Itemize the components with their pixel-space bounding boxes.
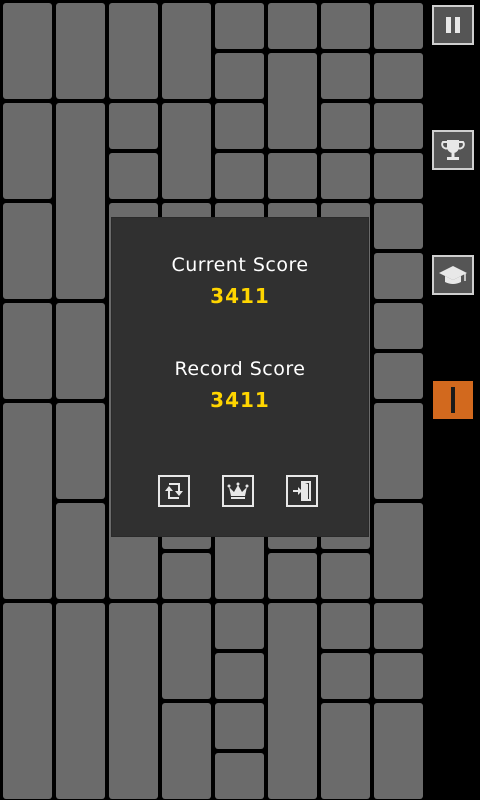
board-tile[interactable] xyxy=(321,553,370,599)
pause-icon xyxy=(446,17,460,33)
board-tile[interactable] xyxy=(56,303,105,399)
restart-button[interactable] xyxy=(158,475,190,507)
board-tile[interactable] xyxy=(268,53,317,149)
board-tile[interactable] xyxy=(374,703,423,799)
board-tile[interactable] xyxy=(56,3,105,99)
trophy-icon xyxy=(441,140,465,160)
board-tile[interactable] xyxy=(109,103,158,149)
board-tile[interactable] xyxy=(321,53,370,99)
restart-icon xyxy=(165,483,183,499)
board-tile[interactable] xyxy=(374,303,423,349)
record-score-label: Record Score xyxy=(174,358,306,380)
board-tile[interactable] xyxy=(56,403,105,499)
board-tile[interactable] xyxy=(321,653,370,699)
board-tile[interactable] xyxy=(215,3,264,49)
board-tile[interactable] xyxy=(215,703,264,749)
current-score-value: 3411 xyxy=(210,284,270,308)
board-tile[interactable] xyxy=(3,203,52,299)
board-tile[interactable] xyxy=(162,603,211,699)
board-tile[interactable] xyxy=(56,503,105,599)
pause-button[interactable] xyxy=(432,5,474,45)
board-tile[interactable] xyxy=(215,103,264,149)
board-tile[interactable] xyxy=(374,603,423,649)
board-tile[interactable] xyxy=(215,153,264,199)
exit-door-icon xyxy=(293,481,311,501)
board-tile[interactable] xyxy=(374,53,423,99)
board-tile[interactable] xyxy=(374,153,423,199)
board-tile[interactable] xyxy=(56,603,105,799)
board-tile[interactable] xyxy=(215,53,264,99)
board-tile[interactable] xyxy=(3,3,52,99)
board-tile[interactable] xyxy=(268,3,317,49)
current-score-label: Current Score xyxy=(171,254,309,276)
board-tile[interactable] xyxy=(3,303,52,399)
board-tile[interactable] xyxy=(268,553,317,599)
board-tile[interactable] xyxy=(321,3,370,49)
crown-icon xyxy=(227,482,249,499)
board-tile[interactable] xyxy=(321,103,370,149)
board-tile[interactable] xyxy=(374,203,423,249)
crown-button[interactable] xyxy=(222,475,254,507)
board-tile[interactable] xyxy=(321,703,370,799)
board-tile[interactable] xyxy=(374,253,423,299)
board-tile[interactable] xyxy=(268,603,317,799)
board-tile[interactable] xyxy=(321,603,370,649)
board-tile[interactable] xyxy=(321,153,370,199)
board-tile[interactable] xyxy=(162,703,211,799)
board-tile[interactable] xyxy=(162,3,211,99)
board-tile[interactable] xyxy=(162,103,211,199)
board-tile[interactable] xyxy=(374,3,423,49)
exit-button[interactable] xyxy=(286,475,318,507)
graduation-cap-icon xyxy=(439,266,467,284)
board-tile[interactable] xyxy=(109,3,158,99)
board-tile[interactable] xyxy=(3,603,52,799)
board-tile[interactable] xyxy=(3,103,52,199)
board-tile[interactable] xyxy=(109,153,158,199)
board-tile[interactable] xyxy=(374,653,423,699)
board-tile[interactable] xyxy=(374,353,423,399)
board-tile[interactable] xyxy=(374,103,423,149)
leaderboard-button[interactable] xyxy=(432,130,474,170)
board-tile[interactable] xyxy=(109,603,158,799)
board-tile[interactable] xyxy=(215,753,264,799)
board-tile[interactable] xyxy=(215,603,264,649)
tutorial-button[interactable] xyxy=(432,255,474,295)
board-tile[interactable] xyxy=(162,553,211,599)
board-tile[interactable] xyxy=(374,503,423,599)
board-tile[interactable] xyxy=(56,103,105,299)
board-tile[interactable] xyxy=(374,403,423,499)
board-tile[interactable] xyxy=(3,403,52,599)
record-score-value: 3411 xyxy=(210,388,270,412)
level-indicator xyxy=(433,381,473,419)
level-bar-icon xyxy=(451,387,455,413)
board-tile[interactable] xyxy=(268,153,317,199)
board-tile[interactable] xyxy=(215,653,264,699)
game-over-dialog: Current Score 3411 Record Score 3411 xyxy=(112,218,368,536)
